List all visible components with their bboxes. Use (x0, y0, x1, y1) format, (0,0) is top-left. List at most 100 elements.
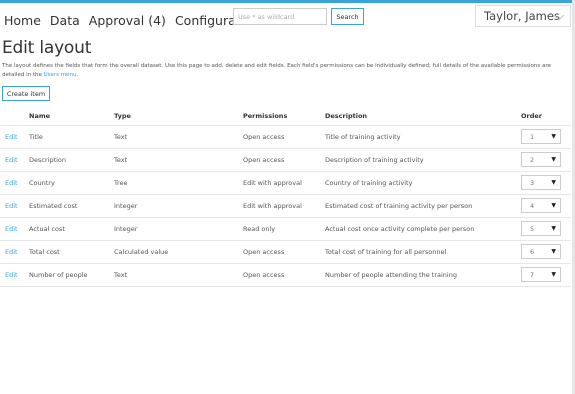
field-type: Text (114, 262, 243, 287)
table-header-row: Name Type Permissions Description Order (0, 108, 571, 125)
nav-approval[interactable]: Approval (4) (89, 13, 166, 28)
table-body: Edit Title Text Open access Title of trainin… (0, 124, 571, 287)
description-end: . (76, 72, 79, 78)
order-value: 6 (530, 248, 535, 256)
field-type: Tree (114, 170, 243, 194)
table-row: Edit Actual cost Integer Read only Actual co… (0, 216, 571, 240)
user-menu[interactable]: Taylor, James (475, 5, 571, 27)
table-row: Edit Description Text Open access Descriptio… (0, 147, 571, 171)
search-input[interactable] (233, 8, 327, 25)
search-button[interactable]: Search (331, 8, 364, 25)
create-item-button[interactable]: Create item (2, 86, 50, 101)
edit-link[interactable]: Edit (5, 133, 18, 141)
page-title: Edit layout (2, 38, 92, 58)
layout-table: Name Type Permissions Description Order … (0, 108, 571, 287)
field-permissions: Edit with approval (243, 193, 325, 217)
edit-cell: Edit (0, 147, 29, 171)
order-cell: 1 ▼ (521, 124, 571, 148)
field-name: Number of people (29, 262, 114, 287)
caret-down-icon: ▼ (551, 179, 556, 186)
user-name: Taylor, James (484, 9, 560, 23)
order-select[interactable]: 5 ▼ (521, 221, 561, 236)
order-cell: 3 ▼ (521, 170, 571, 194)
header-edit (0, 108, 29, 125)
order-select[interactable]: 3 ▼ (521, 175, 561, 190)
order-cell: 2 ▼ (521, 147, 571, 171)
field-type: Integer (114, 216, 243, 240)
order-select[interactable]: 1 ▼ (521, 129, 561, 144)
caret-down-icon: ▼ (551, 202, 556, 209)
order-value: 5 (530, 225, 535, 233)
table-row: Edit Country Tree Edit with approval Country… (0, 170, 571, 194)
edit-link[interactable]: Edit (5, 179, 18, 187)
header-description: Description (325, 112, 368, 121)
edit-link[interactable]: Edit (5, 248, 18, 256)
order-value: 3 (530, 179, 535, 187)
field-permissions: Open access (243, 124, 325, 148)
nav-home[interactable]: Home (4, 13, 41, 28)
field-permissions: Read only (243, 216, 325, 240)
edit-link[interactable]: Edit (5, 202, 18, 210)
field-description: Title of training activity (325, 124, 521, 148)
table-row: Edit Title Text Open access Title of trainin… (0, 124, 571, 148)
field-description: Country of training activity (325, 170, 521, 194)
order-cell: 5 ▼ (521, 216, 571, 240)
field-description: Estimated cost of training activity per … (325, 193, 521, 217)
top-accent-line (0, 0, 575, 3)
order-select[interactable]: 4 ▼ (521, 198, 561, 213)
order-cell: 7 ▼ (521, 262, 571, 287)
order-value: 7 (530, 271, 535, 279)
order-value: 4 (530, 202, 535, 210)
header-permissions: Permissions (243, 112, 288, 121)
header-order: Order (521, 112, 542, 121)
field-name: Title (29, 124, 114, 148)
field-description: Description of training activity (325, 147, 521, 171)
edit-cell: Edit (0, 193, 29, 217)
header-type: Type (114, 112, 131, 121)
description-text: The layout defines the fields that form … (2, 63, 551, 78)
field-type: Text (114, 124, 243, 148)
field-type: Calculated value (114, 239, 243, 263)
order-value: 1 (530, 133, 535, 141)
caret-down-icon: ▼ (551, 133, 556, 140)
page-description: The layout defines the fields that form … (2, 62, 568, 80)
edit-cell: Edit (0, 262, 29, 287)
caret-down-icon: ▼ (551, 156, 556, 163)
edit-cell: Edit (0, 170, 29, 194)
edit-cell: Edit (0, 239, 29, 263)
edit-cell: Edit (0, 216, 29, 240)
edit-cell: Edit (0, 124, 29, 148)
field-description: Number of people attending the training (325, 262, 521, 287)
field-permissions: Open access (243, 147, 325, 171)
field-description: Actual cost once activity complete per p… (325, 216, 521, 240)
users-menu-link[interactable]: Users menu (44, 72, 77, 78)
field-name: Estimated cost (29, 193, 114, 217)
caret-down-icon: ▼ (551, 225, 556, 232)
edit-link[interactable]: Edit (5, 271, 18, 279)
field-permissions: Open access (243, 262, 325, 287)
caret-down-icon: ▼ (551, 271, 556, 278)
order-select[interactable]: 6 ▼ (521, 244, 561, 259)
field-permissions: Open access (243, 239, 325, 263)
edit-link[interactable]: Edit (5, 225, 18, 233)
edit-link[interactable]: Edit (5, 156, 18, 164)
field-type: Text (114, 147, 243, 171)
field-name: Description (29, 147, 114, 171)
order-select[interactable]: 7 ▼ (521, 267, 561, 282)
field-name: Country (29, 170, 114, 194)
field-description: Total cost of training for all personnel (325, 239, 521, 263)
table-row: Edit Number of people Text Open access Numbe… (0, 262, 571, 287)
header-name: Name (29, 112, 51, 121)
order-value: 2 (530, 156, 535, 164)
caret-down-icon: ▼ (551, 248, 556, 255)
field-type: Integer (114, 193, 243, 217)
field-name: Actual cost (29, 216, 114, 240)
table-row: Edit Estimated cost Integer Edit with appro… (0, 193, 571, 217)
nav-data[interactable]: Data (50, 13, 80, 28)
field-permissions: Edit with approval (243, 170, 325, 194)
field-name: Total cost (29, 239, 114, 263)
chevron-down-icon (553, 14, 565, 21)
order-cell: 4 ▼ (521, 193, 571, 217)
order-select[interactable]: 2 ▼ (521, 152, 561, 167)
table-row: Edit Total cost Calculated value Open acces… (0, 239, 571, 263)
